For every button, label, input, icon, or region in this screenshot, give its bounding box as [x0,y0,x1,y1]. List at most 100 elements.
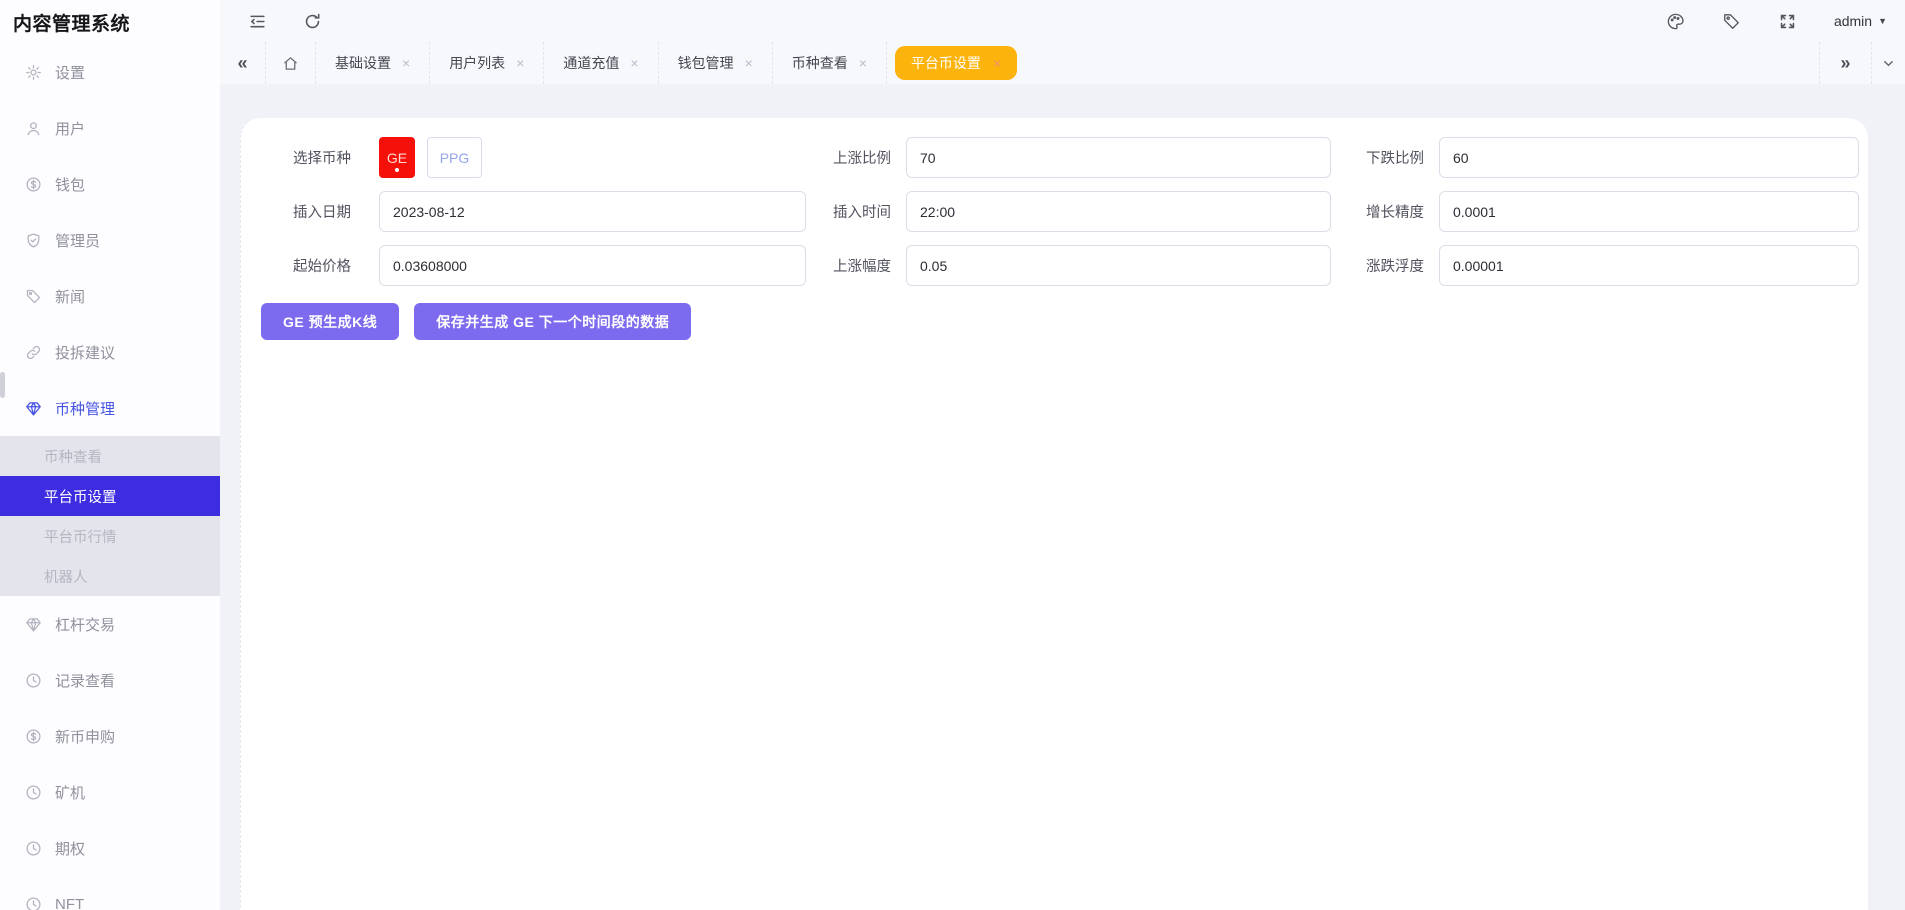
sidebar-item-label: 钱包 [55,174,85,195]
rise-amplitude-label: 上涨幅度 [806,255,906,276]
sidebar-item-records[interactable]: 记录查看 [0,652,220,708]
sidebar-item-label: 设置 [55,62,85,83]
coin-button-ge[interactable]: GE [379,137,415,178]
coin-button-ppg[interactable]: PPG [427,137,482,178]
insert-time-label: 插入时间 [806,201,906,222]
close-icon[interactable]: × [993,55,1001,71]
gear-icon [25,64,42,81]
fullscreen-icon[interactable] [1778,12,1797,31]
app-title: 内容管理系统 [0,0,220,44]
sidebar-item-label: 投拆建议 [55,342,115,363]
fall-ratio-label: 下跌比例 [1331,147,1439,168]
sidebar-item-options[interactable]: 期权 [0,820,220,876]
sidebar-submenu-currency: 币种查看 平台币设置 平台币行情 机器人 [0,436,220,596]
close-icon[interactable]: × [516,55,524,71]
insert-date-input[interactable] [379,191,806,232]
start-price-label: 起始价格 [241,255,379,276]
insert-time-input[interactable] [906,191,1331,232]
start-price-input[interactable] [379,245,806,286]
sidebar-item-new-coin-subscription[interactable]: 新币申购 [0,708,220,764]
selected-dot [395,168,399,172]
close-icon[interactable]: × [745,55,753,71]
home-icon[interactable] [266,42,316,84]
clock-icon [25,672,42,689]
sidebar-item-admins[interactable]: 管理员 [0,212,220,268]
coin-select-label: 选择币种 [241,147,379,168]
fluctuation-input[interactable] [1439,245,1859,286]
sidebar-item-label: 杠杆交易 [55,614,115,635]
palette-icon[interactable] [1666,12,1685,31]
tab-user-list[interactable]: 用户列表 × [430,42,544,84]
dollar-circle-icon [25,728,42,745]
tab-platform-coin-settings[interactable]: 平台币设置 × [895,46,1017,80]
close-icon[interactable]: × [630,55,638,71]
coin-button-label: GE [387,150,407,166]
sidebar-item-leverage-trading[interactable]: 杠杆交易 [0,596,220,652]
coin-select-group: GE PPG [379,137,806,178]
sidebar-item-nft[interactable]: NFT [0,876,220,910]
growth-precision-label: 增长精度 [1331,201,1439,222]
tab-label: 用户列表 [449,53,505,73]
rise-ratio-input[interactable] [906,137,1331,178]
sidebar-item-settings[interactable]: 设置 [0,44,220,100]
tab-label: 平台币设置 [911,53,981,73]
platform-coin-settings-panel: 选择币种 GE PPG 上涨比例 下跌比例 插入日期 插入时间 增长精度 起始价… [240,118,1868,910]
sidebar-subitem-platform-coin-market[interactable]: 平台币行情 [0,516,220,556]
tag-icon [25,288,42,305]
sidebar-item-label: 用户 [55,118,85,139]
sidebar-item-feedback[interactable]: 投拆建议 [0,324,220,380]
fall-ratio-input[interactable] [1439,137,1859,178]
shield-check-icon [25,232,42,249]
tab-wallet-management[interactable]: 钱包管理 × [659,42,773,84]
caret-down-icon: ▼ [1878,16,1887,26]
sidebar-subitem-platform-coin-settings[interactable]: 平台币设置 [0,476,220,516]
tab-currency-view[interactable]: 币种查看 × [773,42,887,84]
close-icon[interactable]: × [402,55,410,71]
tab-channel-recharge[interactable]: 通道充值 × [544,42,658,84]
rise-ratio-label: 上涨比例 [806,147,906,168]
tab-basic-settings[interactable]: 基础设置 × [316,42,430,84]
sidebar-subitem-label: 平台币设置 [44,486,117,507]
sidebar-item-label: 管理员 [55,230,100,251]
sidebar-scrollbar-thumb[interactable] [0,372,5,398]
sidebar-item-label: 新闻 [55,286,85,307]
dollar-circle-icon [25,176,42,193]
sidebar-subitem-label: 币种查看 [44,446,102,467]
user-menu[interactable]: admin ▼ [1834,13,1887,29]
sidebar-subitem-currency-view[interactable]: 币种查看 [0,436,220,476]
user-icon [25,120,42,137]
expand-right-icon[interactable]: » [1819,42,1871,84]
pregenerate-kline-button[interactable]: GE 预生成K线 [261,303,399,340]
save-generate-next-period-button[interactable]: 保存并生成 GE 下一个时间段的数据 [414,303,691,340]
sidebar-item-label: 币种管理 [55,398,115,419]
collapse-left-icon[interactable]: « [220,42,266,84]
gem-icon [25,400,42,417]
chevron-down-icon[interactable] [1871,42,1905,84]
tag-icon[interactable] [1722,12,1741,31]
gem-icon [25,616,42,633]
close-icon[interactable]: × [859,55,867,71]
sidebar-item-wallet[interactable]: 钱包 [0,156,220,212]
tab-label: 钱包管理 [678,53,734,73]
insert-date-label: 插入日期 [241,201,379,222]
clock-icon [25,840,42,857]
top-header: admin ▼ [220,0,1905,42]
sidebar-item-label: 记录查看 [55,670,115,691]
sidebar-item-label: 期权 [55,838,85,859]
sidebar-item-label: NFT [55,896,84,910]
sidebar-subitem-label: 机器人 [44,566,88,587]
coin-button-label: PPG [440,150,470,166]
sidebar: 内容管理系统 设置 用户 钱包 管理员 新闻 投拆建议 币种管理 币种查看 平台… [0,0,220,910]
sidebar-subitem-robot[interactable]: 机器人 [0,556,220,596]
sidebar-item-news[interactable]: 新闻 [0,268,220,324]
rise-amplitude-input[interactable] [906,245,1331,286]
clock-icon [25,784,42,801]
sidebar-item-users[interactable]: 用户 [0,100,220,156]
fluctuation-label: 涨跌浮度 [1331,255,1439,276]
growth-precision-input[interactable] [1439,191,1859,232]
tab-label: 基础设置 [335,53,391,73]
menu-fold-icon[interactable] [248,12,267,31]
sidebar-item-currency-management[interactable]: 币种管理 [0,380,220,436]
sidebar-item-miner[interactable]: 矿机 [0,764,220,820]
refresh-icon[interactable] [303,12,322,31]
